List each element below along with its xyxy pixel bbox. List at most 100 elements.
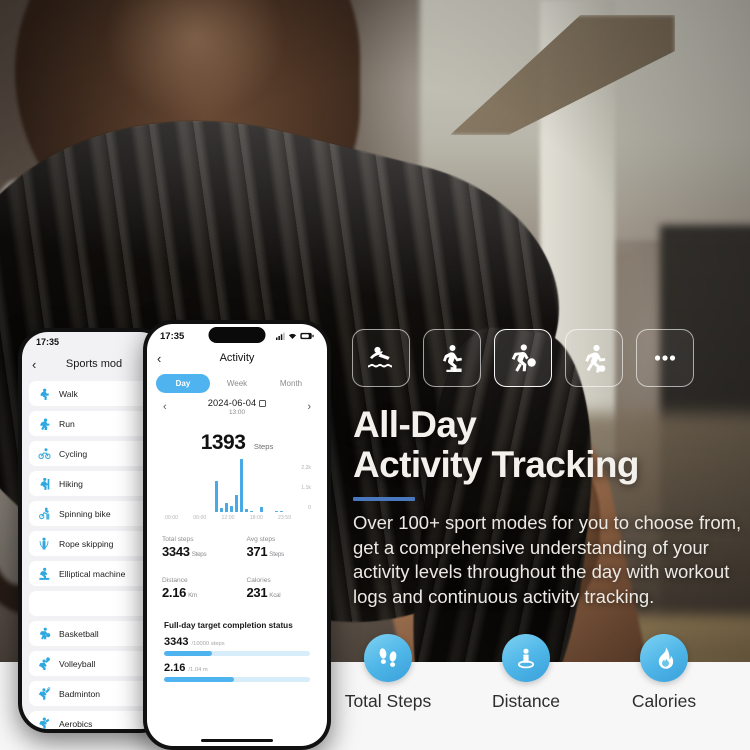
selected-time: 13:00 [229, 409, 245, 416]
x-tick-4: 23:59 [278, 515, 291, 521]
run-icon [40, 418, 50, 430]
goal-distance-value: 2.16 [164, 662, 186, 674]
chart-bar [259, 506, 264, 512]
period-tabs[interactable]: Day Week Month [156, 374, 318, 393]
tab-week[interactable]: Week [210, 374, 264, 393]
steps-summary: 1393 Steps [163, 431, 311, 455]
x-tick-3: 18:00 [249, 515, 263, 521]
steps-unit: Steps [253, 442, 274, 451]
sports-mode-item[interactable]: Elliptical machine [29, 561, 159, 586]
stat-value: 3343 [162, 544, 190, 559]
sports-mode-item[interactable]: Rope skipping [29, 531, 159, 556]
status-bar: 17:35 [147, 324, 327, 346]
stat-key: Total steps [162, 536, 194, 543]
spinning-bike-icon [39, 507, 50, 520]
headline-line-2: Activity Tracking [353, 443, 640, 485]
chart-bar [239, 459, 244, 512]
steps-chart-card: 1393 Steps 2.2k 1.1k 0 00:00 06:00 12:00 18… [155, 424, 319, 525]
stat-value: 371 [246, 544, 268, 559]
sports-mode-label: Cycling [59, 448, 88, 459]
stat-key: Avg steps [246, 536, 276, 543]
sports-mode-item[interactable]: Walk [29, 381, 159, 406]
goal-steps-progress [164, 651, 310, 656]
chart-bar [229, 506, 234, 512]
y-tick-2: 2.2k [301, 465, 311, 471]
chart-bar [274, 511, 279, 512]
feature-label: Total Steps [344, 691, 432, 711]
stat-unit: Steps [191, 551, 207, 558]
sports-mode-item[interactable]: Cycling [29, 441, 159, 466]
feature-total-steps: Total Steps [340, 634, 436, 712]
sports-mode-label: Hiking [59, 478, 83, 489]
marketing-description: Over 100+ sport modes for you to choose … [353, 512, 742, 607]
sports-mode-item[interactable]: Spinning bike [29, 501, 159, 526]
sport-mode-icon-row [352, 329, 694, 387]
stat-value: 2.16 [162, 585, 187, 600]
status-time: 17:35 [36, 336, 60, 347]
y-tick-0: 0 [308, 505, 311, 511]
cycling-icon [38, 448, 51, 460]
x-tick-2: 12:00 [221, 515, 235, 521]
x-tick-1: 06:00 [193, 515, 207, 521]
sports-mode-label: Volleyball [59, 658, 96, 669]
sports-mode-label: Spinning bike [59, 508, 111, 519]
sports-mode-label: Badminton [59, 688, 101, 699]
stat-calories: Calories 231 Kcal [239, 571, 319, 607]
calendar-icon[interactable] [259, 400, 267, 407]
rope-skipping-icon [39, 537, 49, 550]
stat-unit: Steps [269, 551, 284, 558]
sports-mode-label: Walk [59, 388, 78, 399]
location-pin-icon [502, 634, 550, 682]
dynamic-island [208, 327, 266, 343]
hiking-icon [40, 477, 50, 490]
sports-mode-item[interactable]: Volleyball [29, 651, 159, 676]
goal-distance-progress [164, 677, 310, 682]
sports-mode-item[interactable]: Aerobics [29, 711, 159, 729]
accent-divider [353, 497, 415, 502]
sports-mode-item[interactable]: Badminton [29, 681, 159, 706]
sports-mode-label: Basketball [59, 628, 99, 639]
headline-line-1: All-Day [353, 404, 477, 445]
phone-activity: 17:35 ‹ Activity Day Week Month ‹ 2024-0… [143, 320, 331, 750]
goal-steps-value: 3343 [164, 636, 189, 648]
flame-icon [640, 634, 688, 682]
stat-key: Calories [246, 577, 271, 584]
feature-label: Distance [491, 691, 561, 711]
volleyball-icon [38, 657, 50, 670]
signal-icon [276, 332, 285, 340]
sports-mode-item-blank [29, 591, 159, 616]
home-indicator [201, 739, 273, 742]
prev-day-button[interactable]: ‹ [163, 401, 167, 413]
tab-month[interactable]: Month [264, 374, 318, 393]
sports-mode-label: Run [59, 418, 75, 429]
badminton-icon [38, 687, 51, 700]
status-time: 17:35 [160, 330, 185, 342]
chart-bar [279, 511, 284, 512]
date-navigator: ‹ 2024-06-04 13:00 › [147, 393, 327, 421]
sport-chip-stair-climbing[interactable] [423, 329, 481, 387]
sports-mode-label: Rope skipping [59, 538, 114, 549]
next-day-button[interactable]: › [307, 401, 311, 413]
chart-bar [249, 511, 254, 512]
sport-chip-swimming[interactable] [352, 329, 410, 387]
sport-chip-basketball-dribble[interactable] [494, 329, 552, 387]
sport-chip-soccer[interactable] [565, 329, 623, 387]
battery-icon [300, 332, 314, 340]
sport-chip-more-options[interactable] [636, 329, 694, 387]
tab-day[interactable]: Day [156, 374, 210, 393]
goal-completion-card: Full-day target completion status 3343/1… [155, 613, 319, 691]
nav-bar: ‹ Activity [147, 346, 327, 370]
stat-row-1: Total steps 3343 Steps Avg steps 371 Steps [155, 530, 319, 566]
wifi-icon [288, 333, 297, 340]
x-tick-0: 00:00 [165, 515, 178, 521]
y-tick-1: 1.1k [301, 485, 311, 491]
sports-mode-item[interactable]: Basketball [29, 621, 159, 646]
walk-icon [40, 388, 49, 400]
sports-mode-item[interactable]: Hiking [29, 471, 159, 496]
feature-highlight-row: Total Steps Distance Calories [340, 634, 712, 712]
stat-unit: Kcal [269, 592, 281, 599]
goal-distance-sub: /1.04 m [188, 667, 208, 673]
stat-key: Distance [162, 577, 188, 584]
sports-mode-item[interactable]: Run [29, 411, 159, 436]
steps-bar-chart: 2.2k 1.1k 0 00:00 06:00 12:00 18:00 23:59 [163, 459, 311, 521]
